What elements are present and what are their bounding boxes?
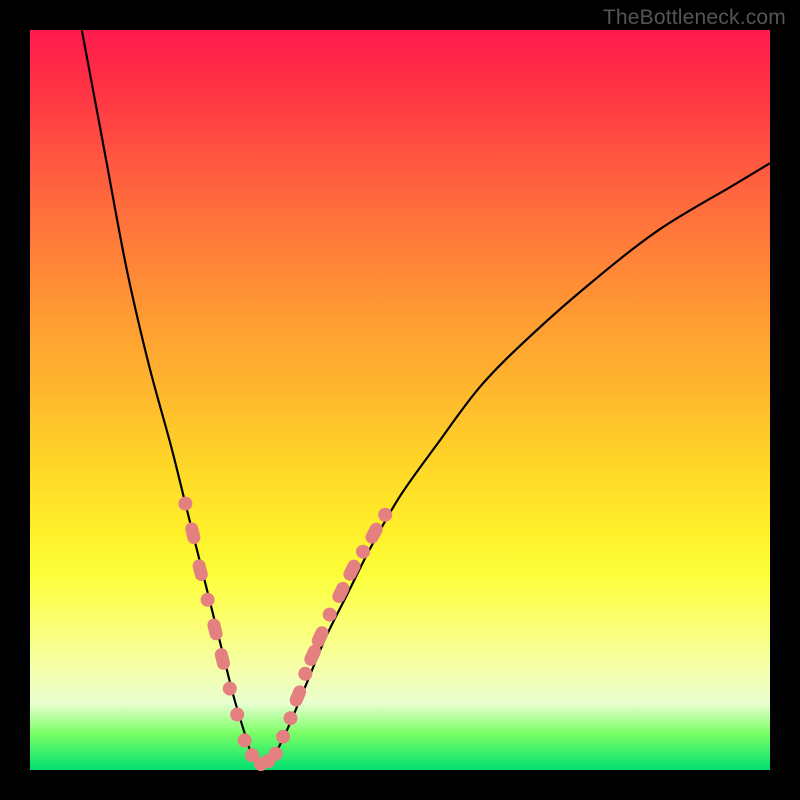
curve-marker [378,508,392,522]
curve-marker [206,617,224,641]
curve-marker [238,733,252,747]
curve-svg [30,30,770,770]
curve-marker [191,558,209,582]
curve-marker [323,608,337,622]
curve-marker [283,711,297,725]
curve-marker [213,647,231,671]
curve-marker [178,497,192,511]
curve-marker [230,708,244,722]
watermark-text: TheBottleneck.com [603,6,786,30]
curve-marker [298,667,312,681]
curve-marker [269,747,283,761]
curve-marker [276,730,290,744]
curve-marker [201,593,215,607]
curve-markers [178,497,392,771]
curve-marker [184,521,202,545]
curve-marker [356,545,370,559]
curve-marker [223,682,237,696]
bottleneck-curve [82,30,770,766]
chart-frame: TheBottleneck.com [0,0,800,800]
curve-marker [363,520,385,546]
plot-area [30,30,770,770]
